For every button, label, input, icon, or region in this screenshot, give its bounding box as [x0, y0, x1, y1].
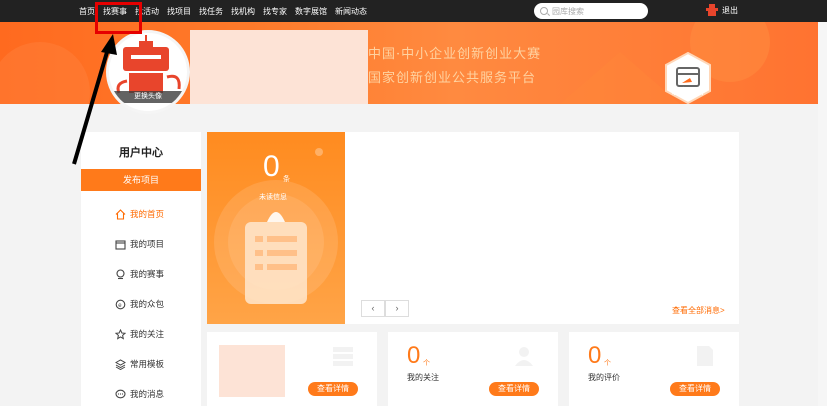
view-details-button[interactable]: 查看详情	[308, 382, 358, 396]
unread-unit: 条	[283, 176, 290, 183]
next-page-button[interactable]: ›	[385, 300, 409, 317]
unread-message-card: 0 条 未读信息	[207, 132, 345, 324]
message-pager: ‹ ›	[361, 300, 409, 317]
stat-card-reviews: 0 个 我的评价 查看详情	[569, 332, 739, 406]
sidebar-publish-button[interactable]: 发布项目	[81, 169, 201, 191]
sidebar-item-messages[interactable]: 我的消息	[115, 388, 164, 400]
user-logout-icon	[706, 4, 718, 16]
stat-card-projects: 查看详情	[207, 332, 377, 406]
view-details-button[interactable]: 查看详情	[489, 382, 539, 396]
banner-title: 中国·中小企业创新创业大赛	[368, 47, 542, 62]
sidebar-item-following[interactable]: 我的关注	[115, 328, 164, 340]
stat-card-following: 0 个 我的关注 查看详情	[388, 332, 558, 406]
sidebar-item-home[interactable]: 我的首页	[115, 208, 164, 220]
nav-item-projects[interactable]: 找项目	[167, 6, 191, 17]
review-count: 0	[588, 342, 602, 369]
search-input[interactable]	[552, 6, 642, 16]
sidebar-item-label: 我的消息	[130, 389, 165, 399]
document-icon	[697, 346, 713, 366]
publish-project-label[interactable]: 发布项目	[666, 86, 710, 97]
search-box[interactable]	[534, 3, 648, 19]
nav-item-institutions[interactable]: 找机构	[231, 6, 255, 17]
banner-image-placeholder	[190, 30, 368, 104]
sidebar-item-label: 我的众包	[130, 299, 165, 309]
sidebar-item-label: 我的项目	[130, 239, 165, 249]
list-icon	[333, 347, 353, 366]
unread-label: 未读信息	[259, 194, 287, 201]
user-center-sidebar: 用户中心 发布项目 我的首页 我的项目 我的赛事 e 我的众包 我的关注 常用模…	[81, 132, 201, 406]
sidebar-item-projects[interactable]: 我的项目	[115, 238, 164, 250]
logout-label: 退出	[722, 6, 738, 15]
following-count: 0	[407, 342, 421, 369]
star-icon	[115, 328, 126, 340]
sidebar-title: 用户中心	[119, 147, 163, 159]
logout-button[interactable]: 退出	[706, 4, 738, 17]
following-label: 我的关注	[407, 373, 439, 382]
avatar-caption[interactable]: 更换头像	[109, 91, 187, 103]
nav-item-home[interactable]: 首页	[79, 6, 95, 17]
avatar[interactable]: 更换头像	[106, 30, 190, 114]
nav-item-experts[interactable]: 找专家	[263, 6, 287, 17]
page-scrollbar[interactable]	[818, 22, 827, 406]
user-icon	[515, 347, 533, 366]
home-icon	[115, 208, 126, 220]
sidebar-item-label: 我的首页	[130, 209, 165, 219]
svg-text:e: e	[118, 302, 122, 308]
annotation-highlight-box	[95, 2, 142, 34]
view-all-messages-link[interactable]: 查看全部消息>	[672, 305, 725, 316]
trophy-icon	[116, 268, 125, 279]
crowdsource-icon: e	[115, 299, 126, 309]
nav-item-news[interactable]: 新闻动态	[335, 6, 367, 17]
sidebar-item-competitions[interactable]: 我的赛事	[115, 268, 164, 280]
search-icon	[540, 7, 548, 15]
following-unit: 个	[423, 360, 430, 367]
review-label: 我的评价	[588, 373, 620, 382]
sidebar-item-label: 我的赛事	[130, 269, 165, 279]
unread-count: 0	[263, 150, 280, 183]
prev-page-button[interactable]: ‹	[361, 300, 385, 317]
message-icon	[115, 389, 126, 398]
view-details-button[interactable]: 查看详情	[670, 382, 720, 396]
folder-icon	[115, 239, 126, 250]
layers-icon	[115, 358, 126, 370]
card-image-placeholder	[219, 345, 285, 397]
sidebar-item-label: 我的关注	[130, 329, 165, 339]
message-panel: 0 条 未读信息 ‹ › 查看全部消息>	[207, 132, 739, 324]
nav-item-tasks[interactable]: 找任务	[199, 6, 223, 17]
nav-item-digital-hall[interactable]: 数字展馆	[295, 6, 327, 17]
banner-subtitle: 国家创新创业公共服务平台	[368, 71, 537, 86]
review-unit: 个	[604, 360, 611, 367]
sidebar-item-templates[interactable]: 常用模板	[115, 358, 164, 370]
sidebar-item-label: 常用模板	[130, 359, 165, 369]
sidebar-item-crowdsource[interactable]: e 我的众包	[115, 298, 164, 310]
